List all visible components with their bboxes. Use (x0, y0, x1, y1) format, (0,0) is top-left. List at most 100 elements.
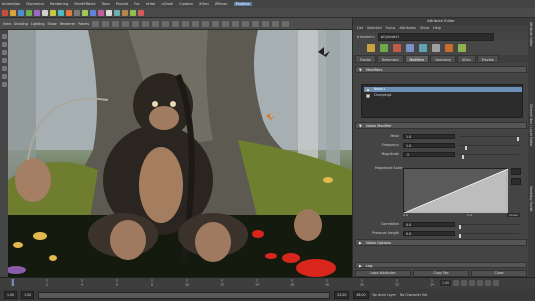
step-forward-icon[interactable] (485, 279, 492, 286)
viewport-menu-lighting[interactable]: Lighting (31, 22, 45, 26)
last-tool-icon[interactable] (1, 82, 7, 87)
viewport-toolbar-button-3-icon[interactable] (112, 20, 120, 27)
viewport-toolbar-button-10-icon[interactable] (182, 20, 190, 27)
log-section-header[interactable]: ▶ Log (355, 262, 527, 268)
noise-modifier-section-header[interactable]: ▼ Noise Modifier (355, 122, 527, 129)
attr-slider[interactable] (459, 232, 519, 238)
menu-item-nhair[interactable]: nHair (146, 2, 156, 6)
vertical-tab-3[interactable]: Modeling Toolkit (529, 186, 533, 212)
modifiers-section-header[interactable]: ▼ Modifiers (355, 66, 527, 73)
xgen-sculpt-icon[interactable] (445, 44, 453, 52)
go-to-start-icon[interactable] (453, 279, 460, 286)
footer-button-2[interactable]: Copy Tab (413, 270, 469, 277)
viewport-menu-shading[interactable]: Shading (14, 22, 28, 26)
viewport-toolbar-button-12-icon[interactable] (202, 20, 210, 27)
shelf-tool-12-icon[interactable] (90, 9, 96, 16)
viewport-toolbar-button-11-icon[interactable] (192, 20, 200, 27)
viewport-toolbar-button-4-icon[interactable] (122, 20, 130, 27)
shelf-tool-5-icon[interactable] (34, 9, 40, 16)
viewport-toolbar-button-13-icon[interactable] (212, 20, 220, 27)
shelf-tool-9-icon[interactable] (66, 9, 72, 16)
move-tool-icon[interactable] (1, 58, 7, 63)
anim-end-field[interactable]: 48.00 (353, 291, 369, 299)
panel-menu-list[interactable]: List (357, 25, 363, 32)
viewport-toolbar-button-7-icon[interactable] (152, 20, 160, 27)
magnitude-scale-ramp[interactable] (403, 168, 508, 213)
viewport-toolbar-button-8-icon[interactable] (162, 20, 170, 27)
tab-xgen[interactable]: XGen (456, 55, 476, 63)
menu-item-ncloth[interactable]: nCloth (162, 2, 174, 6)
shelf-tool-17-icon[interactable] (130, 9, 136, 16)
menu-item-rendering[interactable]: Rendering (50, 2, 68, 6)
tab-modifiers[interactable]: Modifiers (404, 55, 430, 63)
viewport-toolbar-button-1-icon[interactable] (92, 20, 100, 27)
step-back-icon[interactable] (461, 279, 468, 286)
menu-item-muscle[interactable]: Muscle (116, 2, 128, 6)
modifier-enable-checkbox[interactable] (366, 93, 370, 98)
shelf-tool-11-icon[interactable] (82, 9, 88, 16)
shelf-tool-3-icon[interactable] (18, 9, 24, 16)
ramp-selected-value-field[interactable] (511, 178, 521, 185)
tab-deformers[interactable]: Deformers (376, 55, 404, 63)
noise-options-section-header[interactable]: ▶ Noise Options (355, 239, 527, 246)
shelf-tool-16-icon[interactable] (122, 9, 128, 16)
attr-value-field[interactable]: 0.0 (403, 230, 455, 236)
shelf-tool-2-icon[interactable] (10, 9, 16, 16)
panel-menu-show[interactable]: Show (420, 25, 429, 32)
attr-slider[interactable] (459, 135, 519, 141)
xgen-brush-icon[interactable] (393, 44, 401, 52)
panel-menu-focus[interactable]: Focus (386, 25, 396, 32)
play-backwards-icon[interactable] (469, 279, 476, 286)
attr-value-field[interactable]: 0.0 (403, 221, 455, 227)
xgen-grow-icon[interactable] (458, 44, 466, 52)
menu-item-mudbox[interactable]: Mudbox (233, 2, 252, 6)
shelf-tool-14-icon[interactable] (106, 9, 112, 16)
lasso-tool-icon[interactable] (1, 42, 7, 47)
shelf-tool-6-icon[interactable] (42, 9, 48, 16)
xgen-guide-icon[interactable] (406, 44, 414, 52)
tab-fractal[interactable]: Fractal (355, 55, 376, 63)
menu-item-zbrush[interactable]: ZBrush (215, 2, 228, 6)
panel-menu-attributes[interactable]: Attributes (399, 25, 416, 32)
attr-slider-knob[interactable] (517, 136, 519, 141)
menu-item-painteffects[interactable]: PaintEffects (74, 2, 95, 6)
shelf-tool-7-icon[interactable] (50, 9, 56, 16)
rotate-tool-icon[interactable] (1, 66, 7, 71)
xgen-description-icon[interactable] (380, 44, 388, 52)
current-frame-field[interactable]: 1.00 (440, 279, 452, 286)
viewport-toolbar-button-16-icon[interactable] (242, 20, 250, 27)
end-time-field[interactable]: 24.00 (334, 291, 350, 299)
xgen-comb-icon[interactable] (419, 44, 427, 52)
node-name-field[interactable]: pCylinder1 (377, 32, 494, 41)
xgen-collection-icon[interactable] (367, 44, 375, 52)
viewport-toolbar-button-14-icon[interactable] (222, 20, 230, 27)
attr-value-field[interactable]: 1.0 (403, 133, 455, 139)
range-slider[interactable] (38, 291, 331, 299)
menu-item-animation[interactable]: Animation (2, 2, 20, 6)
select-tool-icon[interactable] (1, 34, 7, 39)
viewport-menu-renderer[interactable]: Renderer (60, 22, 75, 26)
shelf-tool-4-icon[interactable] (26, 9, 32, 16)
viewport-toolbar-button-18-icon[interactable] (262, 20, 270, 27)
shelf-tool-1-icon[interactable] (2, 9, 8, 16)
attr-slider[interactable] (459, 153, 519, 159)
viewport-menu-panels[interactable]: Panels (78, 22, 89, 26)
viewport-toolbar-button-5-icon[interactable] (132, 20, 140, 27)
attr-value-field[interactable]: 1.0 (403, 142, 455, 148)
anim-layer-label[interactable]: No Anim Layer (373, 293, 396, 297)
3d-viewport[interactable] (8, 30, 352, 277)
shelf-tool-13-icon[interactable] (98, 9, 104, 16)
panel-menu-selected[interactable]: Selected (367, 25, 382, 32)
viewport-menu-view[interactable]: View (3, 22, 11, 26)
menu-item-fur[interactable]: Fur (134, 2, 140, 6)
ramp-selected-position-field[interactable] (511, 168, 521, 175)
tab-preview[interactable]: Preview (476, 55, 500, 63)
go-to-end-icon[interactable] (493, 279, 500, 286)
shelf-tool-18-icon[interactable] (138, 9, 144, 16)
viewport-toolbar-button-19-icon[interactable] (272, 20, 280, 27)
attr-slider-knob[interactable] (461, 154, 464, 159)
start-time-field[interactable]: 1.00 (4, 291, 18, 299)
menu-item-xgen[interactable]: XGen (199, 2, 209, 6)
viewport-menu-show[interactable]: Show (48, 22, 57, 26)
anim-start-field[interactable]: 1.00 (21, 291, 35, 299)
